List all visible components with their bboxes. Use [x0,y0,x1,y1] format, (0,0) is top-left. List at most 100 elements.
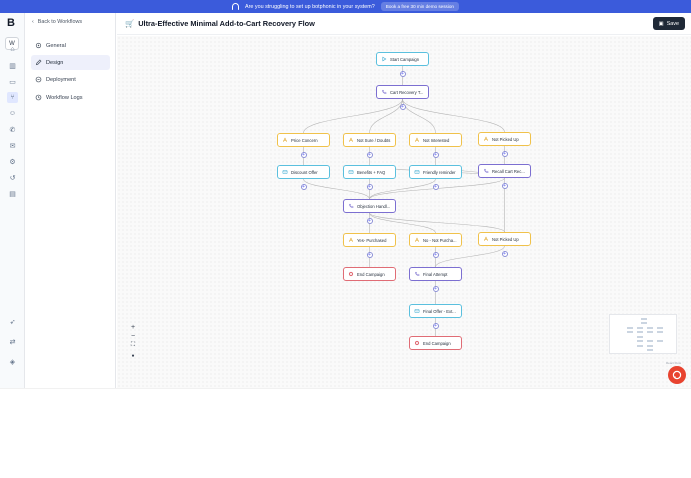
add-step-button[interactable]: + [432,184,439,190]
minimap[interactable] [609,314,677,354]
flow-node-label: Discount Offer [291,169,318,175]
branch-icon [483,236,489,241]
message-icon [414,309,420,313]
inbox-icon[interactable]: ▭ [7,76,18,87]
flow-node-m_friendly[interactable]: Friendly reminder [409,165,462,179]
add-step-button[interactable]: + [300,152,307,158]
flow-node-label: Objection Handl... [357,203,391,209]
add-step-button[interactable]: + [501,183,508,189]
message-icon [282,170,288,174]
flow-node-c_yes[interactable]: Yes- Purchased [343,233,396,247]
workflow-header: 🛒 Ultra-Effective Minimal Add-to-Cart Re… [117,13,691,35]
flow-node-c_price[interactable]: Price Concern [277,133,330,147]
phone-icon [348,203,354,208]
zoom-out-button[interactable]: − [128,332,138,341]
flow-node-start[interactable]: Start Campaign [376,52,429,66]
flow-node-label: Start Campaign [390,56,420,62]
mail-icon[interactable]: ✉ [7,140,18,151]
add-step-button[interactable]: + [366,152,373,158]
flow-node-c_notint[interactable]: Not Interested [409,133,462,147]
users-icon[interactable]: ☺ [7,108,18,119]
nav-workflow-logs[interactable]: Workflow Logs [31,90,110,105]
phone-icon [381,89,387,94]
flow-node-c_notsure[interactable]: Not Sure / Doubts [343,133,396,147]
message-icon [414,170,420,174]
settings-icon[interactable]: ⚙ [7,156,18,167]
save-button[interactable]: ▣ Save [652,17,685,30]
nav-deployment[interactable]: Deployment [31,72,110,87]
save-label: Save [666,20,679,27]
branch-icon [414,237,420,242]
flow-node-label: Benefits + FAQ [357,169,386,175]
lock-button[interactable]: ● [128,351,138,360]
swap-icon[interactable]: ⇄ [7,336,18,347]
flow-node-label: Final Offer - Ext... [423,308,456,314]
minimap-attribution: React Flow [666,361,682,365]
flow-node-call1[interactable]: Cart Recovery T... [376,85,429,99]
add-step-button[interactable]: + [366,252,373,258]
add-step-button[interactable]: + [432,286,439,292]
branch-icon [414,137,420,142]
flow-node-label: Not Interested [423,137,450,143]
chat-widget-button[interactable] [668,366,686,384]
add-step-button[interactable]: + [366,218,373,224]
branch-icon [282,137,288,142]
app-logo[interactable]: B [7,17,15,29]
promo-banner: Are you struggling to set up botphonic i… [0,0,691,13]
zoom-in-button[interactable]: + [128,323,138,332]
flow-node-call_final[interactable]: Final Attempt [409,267,462,281]
flow-node-end2[interactable]: End Campaign [409,336,462,350]
add-step-button[interactable]: + [501,151,508,157]
flow-node-call_recall[interactable]: Recall Cart Rec... [478,164,531,178]
flow-node-m_discount[interactable]: Discount Offer [277,165,330,179]
flow-node-label: Price Concern [291,137,318,143]
nav-deployment-label: Deployment [46,76,76,83]
flow-node-label: Final Attempt [423,271,448,277]
banner-text: Are you struggling to set up botphonic i… [245,3,375,10]
flow-node-call_obj[interactable]: Objection Handl... [343,199,396,213]
phone-icon[interactable]: ✆ [7,124,18,135]
docs-icon[interactable]: ▤ [7,188,18,199]
flow-node-m_benefits[interactable]: Benefits + FAQ [343,165,396,179]
add-step-button[interactable]: + [399,104,406,110]
phone-icon [414,271,420,276]
flow-node-label: End Campaign [423,340,451,346]
fit-view-button[interactable]: ⛶ [128,341,138,350]
nav-general[interactable]: General [31,38,110,53]
nav-design[interactable]: Design [31,55,110,70]
flow-node-c_notpick2[interactable]: Not Picked Up [478,232,531,246]
add-step-button[interactable]: + [432,323,439,329]
flow-node-label: No - Not Purcha... [423,237,457,243]
page-title: 🛒 Ultra-Effective Minimal Add-to-Cart Re… [125,19,315,28]
history-icon[interactable]: ↺ [7,172,18,183]
flow-node-label: Not Picked Up [492,136,519,142]
home-icon[interactable]: ⌂ [7,44,18,55]
rocket-icon[interactable]: ➶ [7,316,18,327]
add-step-button[interactable]: + [300,184,307,190]
workflow-icon[interactable]: ⑂ [7,92,18,103]
add-step-button[interactable]: + [501,251,508,257]
message-icon [348,170,354,174]
back-to-workflows-link[interactable]: ‹ Back to Workflows [32,19,82,25]
shield-icon[interactable]: ◈ [7,356,18,367]
book-icon[interactable]: ▥ [7,60,18,71]
flow-node-label: Not Sure / Doubts [357,137,391,143]
play-icon [382,56,387,62]
flow-node-c_notpick[interactable]: Not Picked Up [478,132,531,146]
stop-icon [414,340,420,346]
flow-node-c_no[interactable]: No - Not Purcha... [409,233,462,247]
back-label: Back to Workflows [37,19,83,25]
flow-node-end1[interactable]: End Campaign [343,267,396,281]
add-step-button[interactable]: + [366,184,373,190]
demo-cta-button[interactable]: Book a free 30 min demo session [380,2,459,11]
flow-node-label: Yes- Purchased [357,237,387,243]
nav-general-label: General [46,42,66,49]
rocket-icon [35,76,42,83]
add-step-button[interactable]: + [432,152,439,158]
branch-icon [483,136,489,141]
flow-node-m_final[interactable]: Final Offer - Ext... [409,304,462,318]
add-step-button[interactable]: + [432,252,439,258]
page-footer-area [0,388,691,478]
chat-icon [672,370,682,380]
add-step-button[interactable]: + [399,71,406,77]
